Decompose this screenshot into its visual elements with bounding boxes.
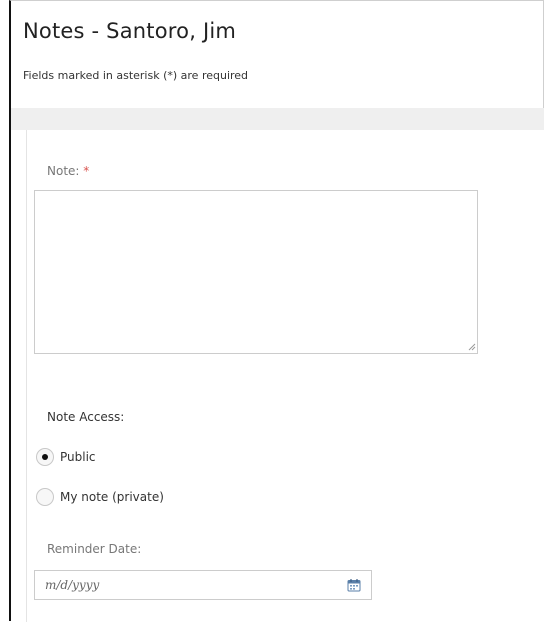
page-title: Notes - Santoro, Jim xyxy=(23,19,237,43)
reminder-date-input[interactable] xyxy=(35,571,355,599)
reminder-date-field[interactable] xyxy=(34,570,372,600)
required-asterisk: * xyxy=(83,164,90,178)
reminder-date-label: Reminder Date: xyxy=(47,542,142,556)
note-label: Note: * xyxy=(47,164,89,178)
radio-option-public[interactable]: Public xyxy=(36,448,96,466)
note-label-text: Note: xyxy=(47,164,80,178)
public-radio[interactable] xyxy=(36,448,54,466)
private-radio[interactable] xyxy=(36,488,54,506)
note-access-label: Note Access: xyxy=(47,410,125,424)
header-divider-band xyxy=(11,108,544,130)
private-radio-label[interactable]: My note (private) xyxy=(60,490,164,504)
required-fields-note: Fields marked in asterisk (*) are requir… xyxy=(23,69,249,82)
radio-option-private[interactable]: My note (private) xyxy=(36,488,164,506)
calendar-icon[interactable] xyxy=(347,578,361,592)
note-textarea[interactable] xyxy=(34,190,478,354)
public-radio-label[interactable]: Public xyxy=(60,450,96,464)
resize-grip-icon[interactable] xyxy=(468,343,476,351)
